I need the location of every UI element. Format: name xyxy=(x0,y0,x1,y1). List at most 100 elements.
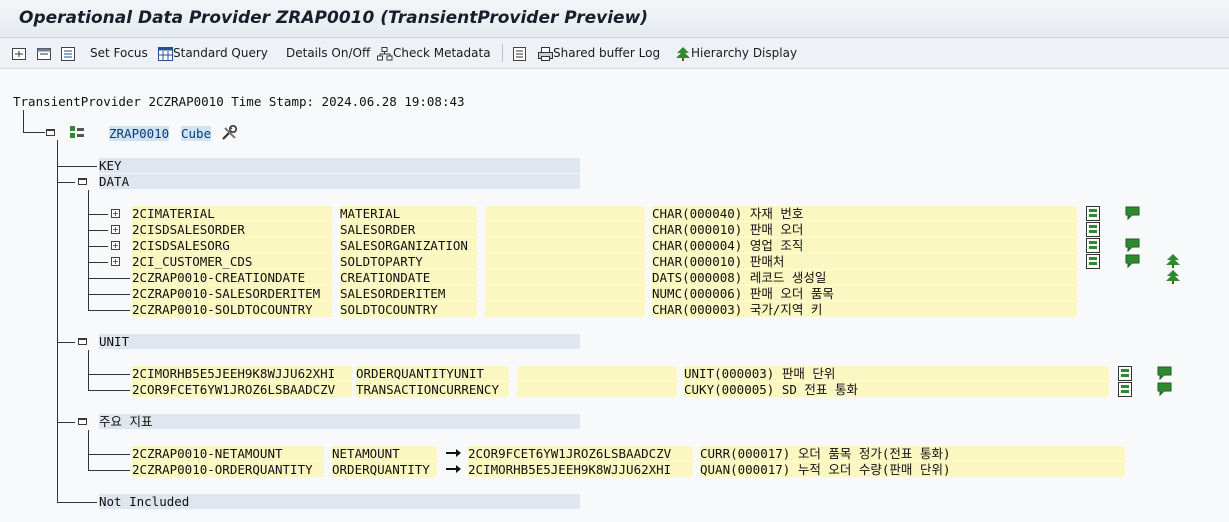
tree-line xyxy=(88,190,89,310)
tree-line xyxy=(57,422,75,423)
details-toggle-button[interactable]: Details On/Off xyxy=(286,44,370,62)
attribute-icon[interactable] xyxy=(1086,238,1100,253)
hierarchy-icon[interactable] xyxy=(1165,254,1181,268)
data-type: CHAR(000010) 판매처 xyxy=(652,254,1077,269)
field-name: SALESORDER xyxy=(340,222,477,237)
description: 레코드 생성일 xyxy=(749,270,827,285)
arrow-right-icon xyxy=(446,465,461,473)
infoobject-name: 2CZRAP0010-ORDERQUANTITY xyxy=(132,462,324,477)
tree-line xyxy=(88,470,130,471)
node-data[interactable]: DATA xyxy=(99,174,580,189)
tree-line xyxy=(88,246,108,247)
data-type-value: CURR(000017) xyxy=(700,446,791,461)
text-speech-icon[interactable] xyxy=(1125,238,1141,252)
cube-type[interactable]: Cube xyxy=(181,126,212,141)
data-type-value: CHAR(000010) xyxy=(652,222,743,237)
tree-line xyxy=(88,310,130,311)
text-speech-icon[interactable] xyxy=(1125,206,1141,220)
tools-icon[interactable] xyxy=(221,125,239,141)
tree-line xyxy=(88,294,130,295)
field-name: SALESORDERITEM xyxy=(340,286,477,301)
shared-buffer-log-label: Shared buffer Log xyxy=(553,46,661,60)
hierarchy-display-button[interactable]: Hierarchy Display xyxy=(675,44,797,62)
cube-name[interactable]: ZRAP0010 xyxy=(109,126,170,141)
tree-line xyxy=(23,132,45,133)
toolbar-separator xyxy=(502,44,503,62)
data-type: UNIT(000003) 판매 단위 xyxy=(684,366,1109,381)
field-name: SOLDTOPARTY xyxy=(340,254,477,269)
description: 누적 오더 수량(판매 단위) xyxy=(797,462,951,477)
field-name: SALESORGANIZATION xyxy=(340,238,477,253)
attribute-icon[interactable] xyxy=(1086,254,1100,269)
infoobject-name: 2CIMORHB5E5JEEH9K8WJJU62XHI xyxy=(132,366,352,381)
folder-open-icon[interactable] xyxy=(78,338,87,345)
printer-icon xyxy=(538,46,553,61)
collapse-all-icon[interactable] xyxy=(37,44,52,62)
data-type-value: CHAR(000010) xyxy=(652,254,743,269)
reference-field xyxy=(485,254,645,269)
attribute-icon[interactable] xyxy=(1086,206,1100,221)
tree-line xyxy=(57,502,97,503)
node-not-included[interactable]: Not Included xyxy=(99,494,580,509)
hierarchy-check-icon xyxy=(377,46,393,60)
description: 판매 오더 xyxy=(749,222,804,237)
folder-open-icon[interactable] xyxy=(46,129,55,136)
field-name: TRANSACTIONCURRENCY xyxy=(356,382,509,397)
field-name: NETAMOUNT xyxy=(332,446,437,461)
infoobject-name: 2CI_CUSTOMER_CDS xyxy=(132,254,332,269)
description: 오더 품목 정가(전표 통화) xyxy=(797,446,951,461)
description: SD 전표 통화 xyxy=(781,382,858,397)
folder-open-icon[interactable] xyxy=(78,418,87,425)
tree-line xyxy=(88,390,130,391)
expand-icon[interactable]: + xyxy=(111,225,120,234)
tree-line xyxy=(88,214,108,215)
standard-query-button[interactable]: Standard Query xyxy=(158,44,268,62)
reference-field xyxy=(485,238,645,253)
description: 판매처 xyxy=(749,254,785,269)
data-type-value: DATS(000008) xyxy=(652,270,743,285)
standard-query-label: Standard Query xyxy=(173,46,268,60)
infoobject-name: 2COR9FCET6YW1JROZ6LSBAADCZV xyxy=(132,382,352,397)
arrow-right-icon xyxy=(446,449,461,457)
infoobject-name: 2CISDSALESORG xyxy=(132,238,332,253)
attribute-icon[interactable] xyxy=(1086,222,1100,237)
text-speech-icon[interactable] xyxy=(1157,382,1173,396)
set-focus-button[interactable]: Set Focus xyxy=(90,44,148,62)
data-type-value: CUKY(000005) xyxy=(684,382,775,397)
folder-open-icon[interactable] xyxy=(78,178,87,185)
unit-reference: 2COR9FCET6YW1JROZ6LSBAADCZV xyxy=(468,446,693,461)
attribute-icon[interactable] xyxy=(1118,366,1132,381)
node-key-figures[interactable]: 주요 지표 xyxy=(99,414,580,429)
table-icon xyxy=(158,46,173,61)
check-metadata-button[interactable]: Check Metadata xyxy=(377,44,491,62)
node-unit[interactable]: UNIT xyxy=(99,334,580,349)
reference-field xyxy=(485,286,645,301)
tree-line xyxy=(88,262,108,263)
expand-icon[interactable]: + xyxy=(111,241,120,250)
expand-icon[interactable]: + xyxy=(111,209,120,218)
attribute-icon[interactable] xyxy=(1118,382,1132,397)
text-speech-icon[interactable] xyxy=(1157,366,1173,380)
infoobject-name: 2CIMATERIAL xyxy=(132,206,332,221)
data-type-value: CHAR(000003) xyxy=(652,302,743,317)
description: 판매 오더 품목 xyxy=(749,286,834,301)
tree-line xyxy=(57,182,75,183)
hierarchy-display-label: Hierarchy Display xyxy=(691,46,798,60)
infoobject-name: 2CZRAP0010-CREATIONDATE xyxy=(132,270,332,285)
provider-header: TransientProvider 2CZRAP0010 Time Stamp:… xyxy=(13,94,465,109)
shared-buffer-log-button[interactable]: Shared buffer Log xyxy=(538,44,660,62)
infoobject-name: 2CZRAP0010-SOLDTOCOUNTRY xyxy=(132,302,332,317)
detail-view-icon[interactable] xyxy=(513,44,527,62)
text-speech-icon[interactable] xyxy=(1125,254,1141,268)
data-type: DATS(000008) 레코드 생성일 xyxy=(652,270,1077,285)
tree-line xyxy=(57,166,97,167)
display-list-icon[interactable] xyxy=(61,44,76,62)
hierarchy-icon[interactable] xyxy=(1165,270,1181,284)
expand-icon[interactable]: + xyxy=(111,257,120,266)
node-key[interactable]: KEY xyxy=(99,158,580,173)
data-type: CURR(000017) 오더 품목 정가(전표 통화) xyxy=(700,446,1125,461)
tree-line xyxy=(88,278,130,279)
reference-field xyxy=(517,382,677,397)
expand-all-icon[interactable] xyxy=(12,44,27,62)
data-type-value: CHAR(000040) xyxy=(652,206,743,221)
